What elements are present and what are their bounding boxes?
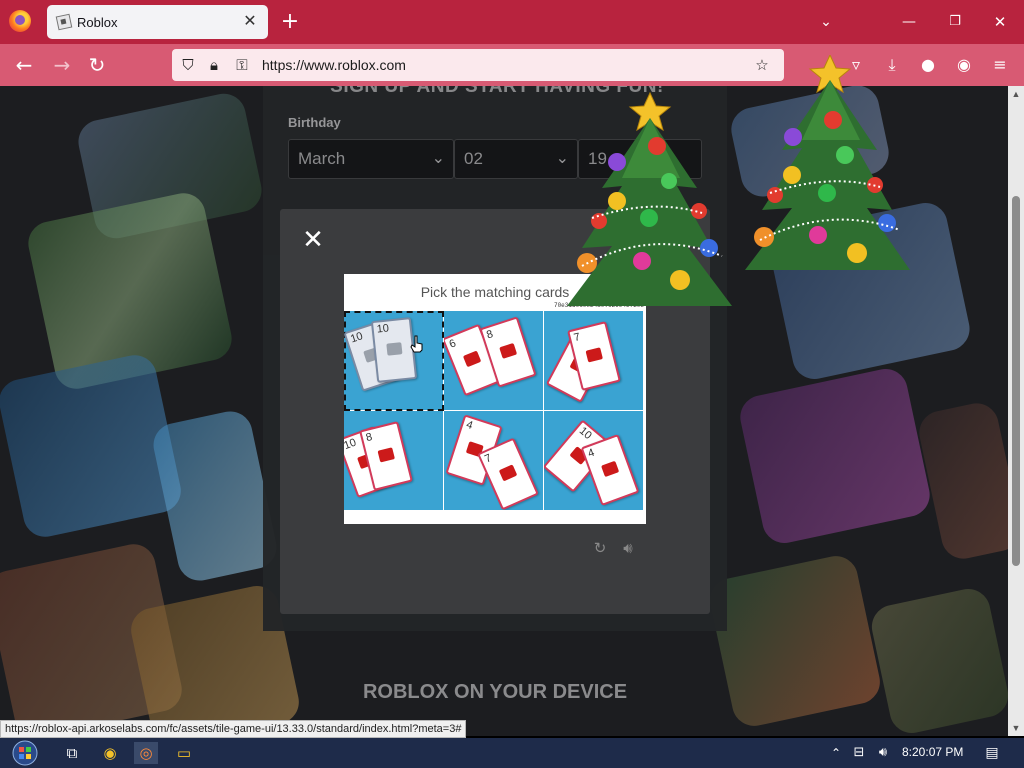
captcha-tile[interactable]: 10 10 bbox=[344, 311, 444, 411]
roblox-favicon-icon bbox=[55, 13, 73, 31]
hamburger-icon[interactable]: ≡ bbox=[988, 53, 1012, 77]
lock-icon[interactable]: 🔒︎ bbox=[204, 55, 224, 75]
background-game-tile bbox=[915, 399, 1008, 563]
list-all-tabs-button[interactable]: ⌄ bbox=[815, 11, 837, 33]
taskbar-clock[interactable]: 8:20:07 PM bbox=[902, 745, 963, 759]
card-number: 8 bbox=[364, 430, 374, 445]
card-number: 4 bbox=[464, 418, 475, 433]
tab-title: Roblox bbox=[77, 15, 118, 30]
forward-arrow-icon[interactable]: → bbox=[49, 53, 75, 77]
tab-bar: Roblox ✕ + ⌄ — ❐ ✕ bbox=[0, 0, 1024, 44]
day-value: 02 bbox=[464, 149, 483, 168]
card-symbol-icon bbox=[377, 447, 395, 463]
close-window-button[interactable]: ✕ bbox=[988, 11, 1012, 33]
firefox-icon[interactable]: ◎ bbox=[134, 742, 158, 764]
refresh-icon[interactable]: ↻ bbox=[590, 538, 610, 558]
card-number: 7 bbox=[482, 452, 494, 466]
url-text[interactable]: https://www.roblox.com bbox=[262, 57, 406, 73]
firefox-logo-icon bbox=[9, 10, 31, 32]
key-icon[interactable]: ⚿ bbox=[232, 55, 252, 75]
chevron-down-icon: ⌄ bbox=[431, 148, 445, 167]
windows-taskbar: ⧉ ◉ ◎ ▭ ⌃ ⊟ 🔊︎ 8:20:07 PM ▤ bbox=[0, 738, 1024, 768]
minimize-window-button[interactable]: — bbox=[897, 11, 921, 33]
month-value: March bbox=[298, 149, 346, 168]
card-symbol-icon bbox=[462, 350, 482, 368]
link-status-bar: https://roblox-api.arkoselabs.com/fc/ass… bbox=[0, 720, 467, 738]
notifications-icon[interactable]: ▤ bbox=[980, 742, 1004, 764]
card-number: 10 bbox=[576, 424, 594, 442]
captcha-tile[interactable]: 10 4 bbox=[544, 411, 644, 511]
background-game-tile bbox=[706, 552, 884, 730]
page-scrollbar[interactable]: ▲ ▼ bbox=[1008, 86, 1024, 736]
hand-cursor-icon bbox=[410, 335, 423, 353]
card-symbol-icon bbox=[386, 342, 403, 356]
file-explorer-icon[interactable]: ▭ bbox=[172, 742, 196, 764]
scroll-down-icon[interactable]: ▼ bbox=[1010, 722, 1022, 734]
restore-window-button[interactable]: ❐ bbox=[943, 11, 967, 33]
card-number: 10 bbox=[349, 330, 365, 346]
background-game-tile bbox=[867, 584, 1008, 736]
back-arrow-icon[interactable]: ← bbox=[11, 53, 37, 77]
device-heading: ROBLOX ON YOUR DEVICE bbox=[362, 681, 628, 703]
volume-icon[interactable]: 🔊︎ bbox=[871, 742, 895, 764]
background-game-tile bbox=[736, 364, 934, 548]
speaker-icon[interactable]: 🔊︎ bbox=[618, 538, 638, 558]
tab-roblox[interactable]: Roblox ✕ bbox=[47, 5, 268, 39]
card-number: 10 bbox=[344, 436, 358, 453]
extension-icon[interactable]: ● bbox=[916, 53, 940, 77]
christmas-tree-icon bbox=[567, 91, 732, 306]
network-icon[interactable]: ⊟ bbox=[847, 742, 871, 764]
captcha-tile[interactable]: 47 bbox=[444, 411, 544, 511]
tab-close-icon[interactable]: ✕ bbox=[240, 12, 260, 32]
playing-card: 4 bbox=[580, 434, 640, 506]
close-icon[interactable]: ✕ bbox=[302, 227, 324, 253]
account-icon[interactable]: ◉ bbox=[952, 53, 976, 77]
start-button-icon[interactable] bbox=[8, 739, 42, 767]
captcha-tile[interactable]: 68 bbox=[444, 311, 544, 411]
birthday-day-select[interactable]: 02 ⌄ bbox=[454, 139, 578, 179]
chrome-icon[interactable]: ◉ bbox=[98, 742, 122, 764]
captcha-tile[interactable]: 10 8 bbox=[344, 411, 444, 511]
task-view-icon[interactable]: ⧉ bbox=[60, 742, 84, 764]
card-number: 10 bbox=[376, 322, 390, 336]
card-number: 4 bbox=[586, 446, 597, 461]
reload-icon[interactable]: ↻ bbox=[84, 53, 110, 77]
scroll-thumb[interactable] bbox=[1012, 196, 1020, 566]
scroll-up-icon[interactable]: ▲ bbox=[1010, 88, 1022, 100]
show-hidden-icons-icon[interactable]: ⌃ bbox=[824, 742, 848, 764]
birthday-month-select[interactable]: March ⌄ bbox=[288, 139, 454, 179]
captcha-tile-grid: 1010684710847104 bbox=[344, 311, 644, 511]
playing-card: 7 bbox=[477, 437, 539, 510]
christmas-tree-icon bbox=[745, 55, 910, 270]
card-symbol-icon bbox=[585, 347, 603, 363]
new-tab-button[interactable]: + bbox=[279, 9, 301, 35]
card-number: 7 bbox=[572, 330, 582, 345]
background-game-tile bbox=[149, 407, 281, 585]
card-symbol-icon bbox=[499, 342, 518, 359]
card-number: 6 bbox=[447, 337, 458, 351]
card-number: 8 bbox=[485, 328, 495, 342]
url-bar[interactable]: ⛉ 🔒︎ ⚿ https://www.roblox.com ☆ bbox=[172, 49, 784, 81]
birthday-label: Birthday bbox=[288, 115, 341, 130]
captcha-tile[interactable]: 47 bbox=[544, 311, 644, 411]
card-symbol-icon bbox=[601, 460, 620, 478]
card-symbol-icon bbox=[498, 464, 518, 482]
shield-icon[interactable]: ⛉ bbox=[178, 55, 198, 75]
